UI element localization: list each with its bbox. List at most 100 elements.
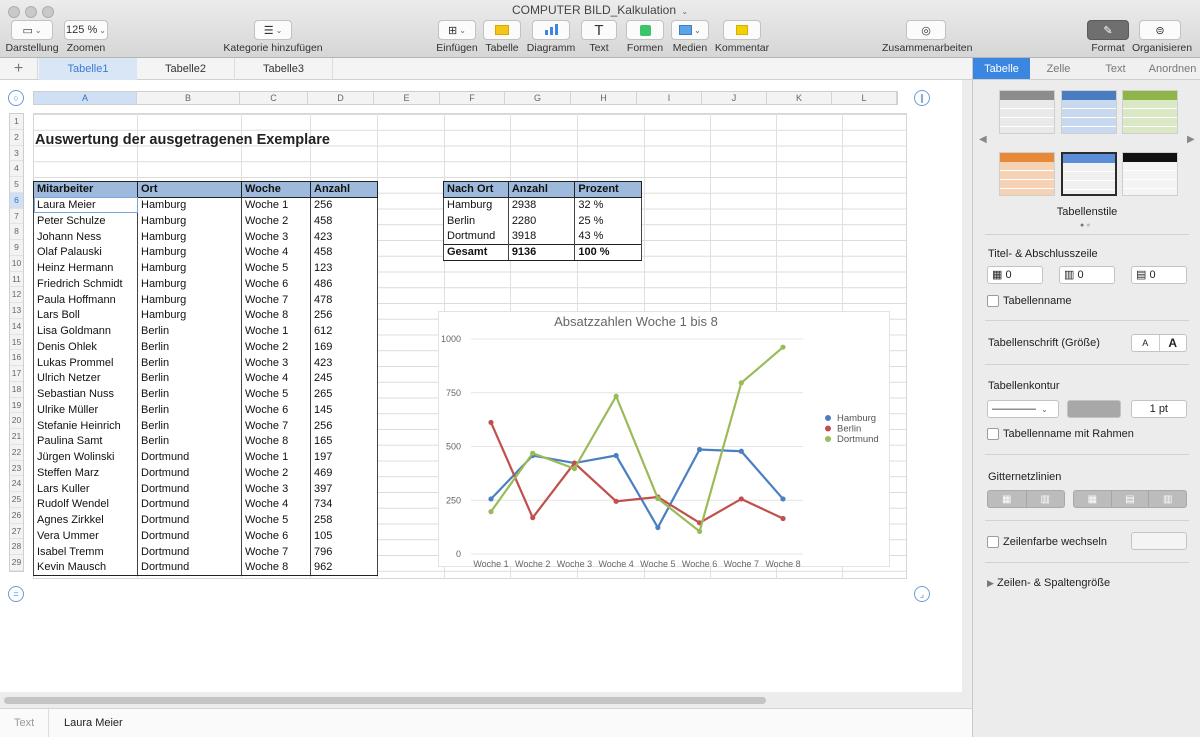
table-cell[interactable]: Johann Ness	[33, 228, 138, 245]
prev-style-arrow-icon[interactable]: ◀	[979, 134, 987, 145]
table-cell[interactable]: 256	[310, 197, 378, 213]
summary-cell[interactable]: Berlin	[443, 213, 509, 229]
data-point[interactable]	[488, 509, 494, 515]
row-header-26[interactable]: 26	[10, 508, 23, 524]
table-style-6[interactable]	[1122, 152, 1178, 196]
table-cell[interactable]: Woche 6	[241, 528, 311, 544]
table-cell[interactable]: Hamburg	[137, 260, 242, 276]
chart-button[interactable]: Diagramm	[526, 20, 576, 54]
gridlines-vertical-button[interactable]: ▥	[1027, 491, 1065, 507]
table-style-2[interactable]	[1061, 90, 1117, 134]
outline-width-stepper[interactable]: 1 pt	[1131, 400, 1187, 418]
row-header-11[interactable]: 11	[10, 272, 23, 288]
column-header-e[interactable]: E	[374, 92, 440, 104]
column-header-d[interactable]: D	[308, 92, 374, 104]
summary-cell[interactable]: Dortmund	[443, 228, 509, 245]
sheet-tab-1[interactable]: Tabelle1	[39, 58, 137, 80]
column-header-j[interactable]: J	[702, 92, 767, 104]
row-header-9[interactable]: 9	[10, 240, 23, 256]
table-cell[interactable]: Peter Schulze	[33, 213, 138, 229]
table-style-3[interactable]	[1122, 90, 1178, 134]
table-cell[interactable]: Woche 1	[241, 323, 311, 339]
summary-heading[interactable]: Anzahl	[507, 181, 576, 198]
table-cell[interactable]: 397	[310, 480, 378, 497]
table-cell[interactable]: 145	[310, 402, 378, 418]
table-cell[interactable]: Denis Ohlek	[33, 339, 138, 355]
table-cell[interactable]: Hamburg	[137, 197, 242, 213]
table-cell[interactable]: 423	[310, 354, 378, 371]
table-cell[interactable]: Woche 8	[241, 307, 311, 324]
summary-cell[interactable]: 2280	[507, 213, 576, 229]
row-header-13[interactable]: 13	[10, 303, 23, 319]
row-header-2[interactable]: 2	[10, 130, 23, 146]
table-cell[interactable]: Vera Ummer	[33, 528, 138, 544]
row-header-15[interactable]: 15	[10, 335, 23, 351]
data-point[interactable]	[696, 446, 703, 453]
row-header-10[interactable]: 10	[10, 256, 23, 272]
table-cell[interactable]: Paula Hoffmann	[33, 291, 138, 308]
table-cell[interactable]: Berlin	[137, 417, 242, 434]
table-name-checkbox[interactable]	[987, 295, 999, 307]
row-header-12[interactable]: 12	[10, 287, 23, 303]
table-cell[interactable]: Berlin	[137, 386, 242, 402]
column-header-i[interactable]: I	[637, 92, 702, 104]
data-point[interactable]	[696, 528, 703, 535]
data-point[interactable]	[488, 496, 494, 502]
sidebar-tab-table[interactable]: Tabelle	[973, 58, 1030, 79]
row-header-19[interactable]: 19	[10, 398, 23, 414]
add-sheet-button[interactable]: +	[0, 58, 38, 80]
table-cell[interactable]: Woche 7	[241, 417, 311, 434]
table-cell[interactable]: 123	[310, 260, 378, 276]
table-cell[interactable]: Berlin	[137, 339, 242, 355]
data-point[interactable]	[780, 515, 786, 522]
table-cell[interactable]: 478	[310, 291, 378, 308]
table-cell[interactable]: Woche 6	[241, 276, 311, 292]
table-cell[interactable]: Hamburg	[137, 213, 242, 229]
summary-table[interactable]: Nach Ort Anzahl Prozent Hamburg 2938 32 % Ber…	[443, 181, 642, 261]
row-header-16[interactable]: 16	[10, 350, 23, 366]
gridlines-horizontal-button[interactable]: ▦	[988, 491, 1027, 507]
table-cell[interactable]: Woche 5	[241, 512, 311, 528]
table-cell[interactable]: Woche 2	[241, 213, 311, 229]
summary-total-cell[interactable]: 9136	[507, 244, 576, 261]
header-cols-stepper[interactable]: ▥ 0	[1059, 266, 1115, 284]
row-header-4[interactable]: 4	[10, 161, 23, 177]
header-rows-stepper[interactable]: ▦ 0	[987, 266, 1043, 284]
table-cell[interactable]: Woche 1	[241, 197, 311, 213]
table-cell[interactable]: Woche 3	[241, 228, 311, 245]
data-point[interactable]	[780, 496, 786, 502]
insert-button[interactable]: ⊞ ⌄ Einfügen	[436, 20, 478, 54]
table-cell[interactable]: 265	[310, 386, 378, 402]
table-cell[interactable]: 256	[310, 417, 378, 434]
table-cell[interactable]: Hamburg	[137, 307, 242, 324]
table-cell[interactable]: 796	[310, 543, 378, 560]
table-cell[interactable]: Friedrich Schmidt	[33, 276, 138, 292]
table-cell[interactable]: Laura Meier	[33, 197, 138, 213]
table-cell[interactable]: 612	[310, 323, 378, 339]
employee-table[interactable]: Mitarbeiter Ort Woche Anzahl Laura Meier Ham…	[33, 181, 378, 576]
row-header-7[interactable]: 7	[10, 209, 23, 225]
table-cell[interactable]: Berlin	[137, 370, 242, 387]
horizontal-scrollbar[interactable]	[4, 697, 766, 704]
sidebar-tab-cell[interactable]: Zelle	[1030, 58, 1087, 79]
row-header-6[interactable]: 6	[10, 192, 23, 209]
row-col-size-disclosure[interactable]: ▶ Zeilen- & Spaltengröße	[987, 577, 1110, 589]
column-header-f[interactable]: F	[440, 92, 505, 104]
data-point[interactable]	[738, 496, 744, 502]
table-cell[interactable]: Woche 6	[241, 402, 311, 418]
table-cell[interactable]: Woche 5	[241, 260, 311, 276]
table-cell[interactable]: Isabel Tremm	[33, 543, 138, 560]
table-cell[interactable]: 469	[310, 465, 378, 481]
column-heading[interactable]: Ort	[137, 181, 242, 198]
table-cell[interactable]: Rudolf Wendel	[33, 496, 138, 513]
table-cell[interactable]: Lukas Prommel	[33, 354, 138, 371]
sheet-title[interactable]: Auswertung der ausgetragenen Exemplare	[35, 132, 330, 148]
row-header-17[interactable]: 17	[10, 366, 23, 382]
shapes-button[interactable]: Formen	[624, 20, 666, 54]
zoom-button[interactable]: 125 % ⌄ Zoomen	[62, 20, 110, 54]
table-cell[interactable]: 245	[310, 370, 378, 387]
table-cell[interactable]: 423	[310, 228, 378, 245]
table-cell[interactable]: Woche 3	[241, 354, 311, 371]
table-cell[interactable]: Dortmund	[137, 496, 242, 513]
table-cell[interactable]: Dortmund	[137, 465, 242, 481]
